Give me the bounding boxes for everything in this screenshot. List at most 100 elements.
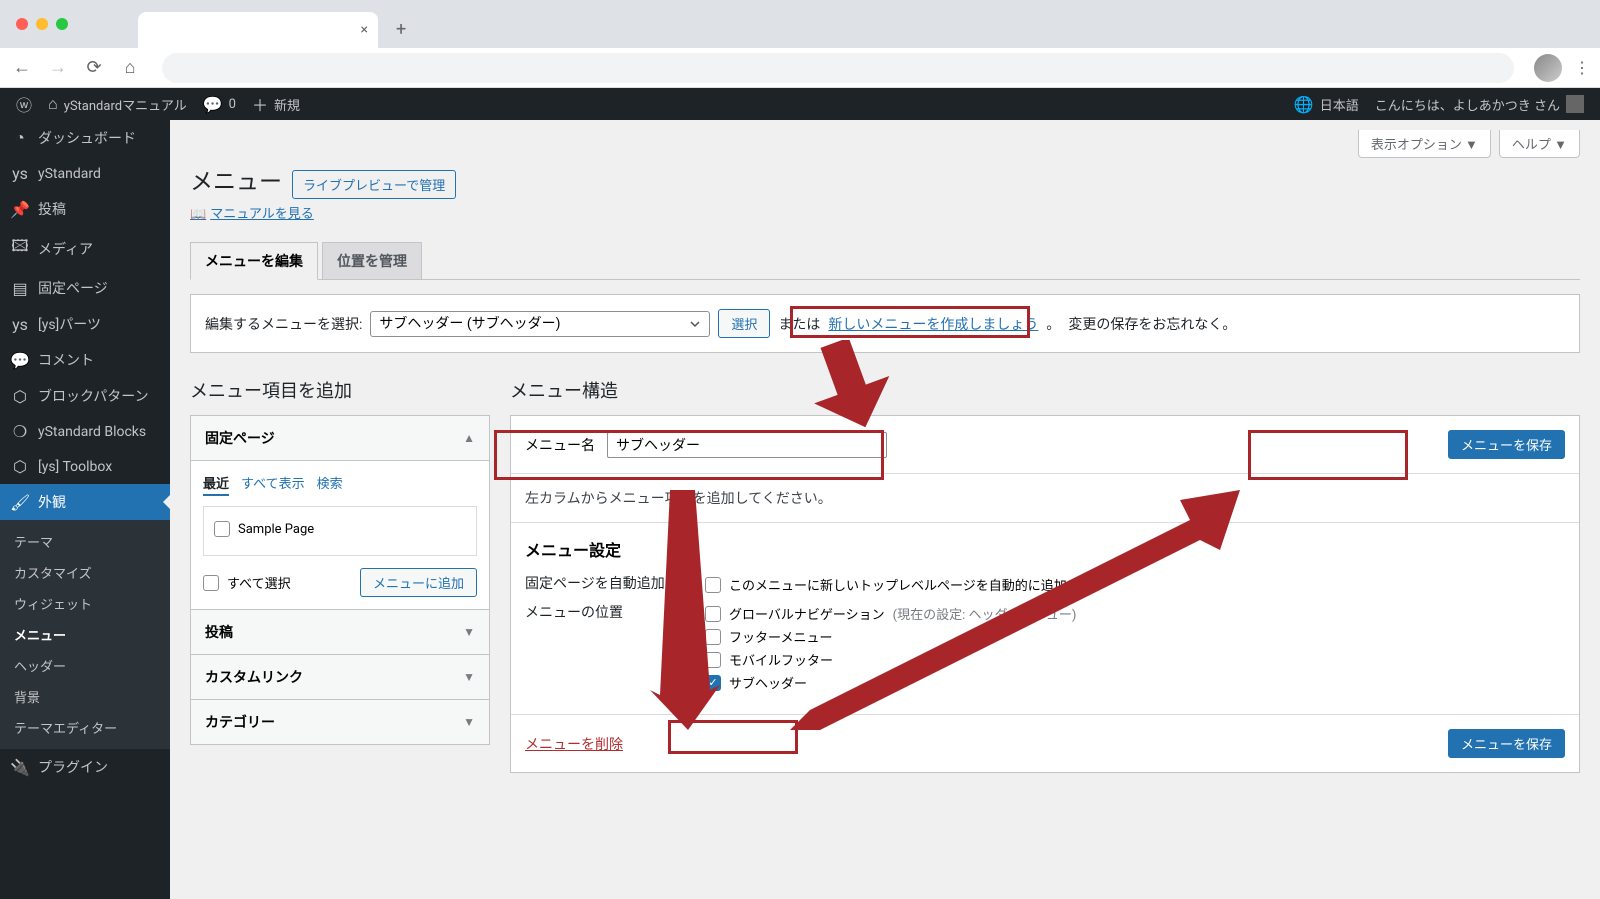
acc-pages-head[interactable]: 固定ページ▲ xyxy=(191,416,489,460)
reload-button[interactable]: ⟳ xyxy=(82,57,106,78)
comments-link[interactable]: 💬0 xyxy=(195,95,244,114)
book-icon: 📖 xyxy=(190,207,206,222)
tab-manage-locations[interactable]: 位置を管理 xyxy=(322,242,422,279)
manual-link[interactable]: 📖 マニュアルを見る xyxy=(190,203,1580,222)
checkbox[interactable] xyxy=(705,652,721,668)
sidebar-item-ys-blocks[interactable]: ❍yStandard Blocks xyxy=(0,414,170,449)
submenu-customize[interactable]: カスタマイズ xyxy=(0,557,170,588)
location-sub-header[interactable]: ✓ サブヘッダー xyxy=(705,671,1565,694)
sidebar-item-comments[interactable]: 💬コメント xyxy=(0,342,170,378)
screen-meta: 表示オプション ▼ ヘルプ ▼ xyxy=(190,130,1580,158)
auto-add-option[interactable]: このメニューに新しいトップレベルページを自動的に追加 xyxy=(705,573,1565,596)
sidebar-label: yStandard Blocks xyxy=(38,424,146,440)
acc-posts-head[interactable]: 投稿▼ xyxy=(191,609,489,654)
sidebar-item-ys-parts[interactable]: ys[ys]パーツ xyxy=(0,306,170,342)
page-item-sample[interactable]: Sample Page xyxy=(214,517,466,541)
ys-parts-icon: ys xyxy=(10,315,30,334)
menu-name-input[interactable] xyxy=(607,432,887,458)
sidebar-item-posts[interactable]: 📌投稿 xyxy=(0,191,170,227)
sidebar-item-block-patterns[interactable]: ⬡ブロックパターン xyxy=(0,378,170,414)
select-button[interactable]: 選択 xyxy=(718,309,770,338)
checkbox[interactable] xyxy=(214,521,230,537)
browser-menu-icon[interactable]: ⋮ xyxy=(1574,58,1590,77)
wordpress-icon: ⓦ xyxy=(16,92,32,116)
submenu-themes[interactable]: テーマ xyxy=(0,526,170,557)
select-all-row[interactable]: すべて選択 xyxy=(203,569,291,596)
checkbox[interactable] xyxy=(203,575,219,591)
minimize-window-icon[interactable] xyxy=(36,18,48,30)
checkbox[interactable] xyxy=(705,606,721,622)
sidebar-label: [ys] Toolbox xyxy=(38,459,112,475)
maximize-window-icon[interactable] xyxy=(56,18,68,30)
user-greeting[interactable]: こんにちは、よしあかつき さん xyxy=(1367,95,1592,114)
manual-link-label: マニュアルを見る xyxy=(210,207,314,222)
new-tab-button[interactable]: + xyxy=(396,19,406,40)
save-menu-button-bottom[interactable]: メニューを保存 xyxy=(1448,729,1565,758)
wp-logo[interactable]: ⓦ xyxy=(8,92,40,116)
sidebar-label: 固定ページ xyxy=(38,278,108,298)
acc-label: カスタムリンク xyxy=(205,667,303,687)
tab-recent[interactable]: 最近 xyxy=(203,473,229,496)
save-menu-button[interactable]: メニューを保存 xyxy=(1448,430,1565,459)
submenu-header[interactable]: ヘッダー xyxy=(0,650,170,681)
sidebar-label: yStandard xyxy=(38,166,101,182)
sidebar-item-plugins[interactable]: 🔌プラグイン xyxy=(0,749,170,785)
browser-tab[interactable]: × xyxy=(138,12,378,48)
sidebar-label: 外観 xyxy=(38,492,66,512)
location-global[interactable]: グローバルナビゲーション (現在の設定: ヘッダーメニュー) xyxy=(705,602,1565,625)
checkbox-checked[interactable]: ✓ xyxy=(705,675,721,691)
home-button[interactable]: ⌂ xyxy=(118,57,142,78)
url-bar[interactable] xyxy=(162,53,1514,83)
sidebar-item-ys-toolbox[interactable]: ⬡[ys] Toolbox xyxy=(0,449,170,484)
forward-button: → xyxy=(46,57,70,78)
close-window-icon[interactable] xyxy=(16,18,28,30)
checkbox[interactable] xyxy=(705,577,721,593)
acc-custom-links-head[interactable]: カスタムリンク▼ xyxy=(191,654,489,699)
empty-message: 左カラムからメニュー項目を追加してください。 xyxy=(525,491,832,507)
sidebar-label: メディア xyxy=(38,239,93,259)
menu-structure-column: メニュー構造 メニュー名 メニューを保存 左カラムからメニュー項目を追加してくだ… xyxy=(510,377,1580,773)
delete-menu-link[interactable]: メニューを削除 xyxy=(525,734,623,754)
tab-search[interactable]: 検索 xyxy=(317,473,343,496)
option-hint: (現在の設定: ヘッダーメニュー) xyxy=(893,604,1077,623)
live-preview-button[interactable]: ライブプレビューで管理 xyxy=(292,170,456,199)
main-content: 表示オプション ▼ ヘルプ ▼ メニュー ライブプレビューで管理 📖マニュアルを… xyxy=(170,120,1600,899)
sidebar-label: ブロックパターン xyxy=(38,386,149,406)
browser-toolbar: ← → ⟳ ⌂ ⋮ xyxy=(0,48,1600,88)
menu-select[interactable]: サブヘッダー (サブヘッダー) xyxy=(370,311,710,337)
sidebar-item-appearance[interactable]: 🖌外観 xyxy=(0,484,170,520)
comment-icon: 💬 xyxy=(10,351,30,370)
back-button[interactable]: ← xyxy=(10,57,34,78)
tab-all[interactable]: すべて表示 xyxy=(241,473,305,496)
add-to-menu-button[interactable]: メニューに追加 xyxy=(360,568,477,597)
new-content-link[interactable]: ＋新規 xyxy=(244,92,308,116)
option-label: サブヘッダー xyxy=(729,673,807,692)
location-label: メニューの位置 xyxy=(525,602,665,694)
close-tab-icon[interactable]: × xyxy=(361,22,368,38)
create-menu-link[interactable]: 新しいメニューを作成しましょう xyxy=(828,314,1038,334)
plus-icon: ＋ xyxy=(252,92,268,116)
acc-label: 投稿 xyxy=(205,622,233,642)
location-footer[interactable]: フッターメニュー xyxy=(705,625,1565,648)
profile-avatar[interactable] xyxy=(1534,54,1562,82)
tab-edit-menu[interactable]: メニューを編集 xyxy=(190,242,318,280)
help-button[interactable]: ヘルプ ▼ xyxy=(1499,130,1580,158)
submenu-widgets[interactable]: ウィジェット xyxy=(0,588,170,619)
sidebar-item-ystandard[interactable]: ysyStandard xyxy=(0,156,170,191)
sidebar-item-media[interactable]: 🖾メディア xyxy=(0,227,170,270)
submenu-theme-editor[interactable]: テーマエディター xyxy=(0,712,170,743)
location-mobile[interactable]: モバイルフッター xyxy=(705,648,1565,671)
submenu-menus[interactable]: メニュー xyxy=(0,619,170,650)
sidebar-item-dashboard[interactable]: ◔ダッシュボード xyxy=(0,120,170,156)
wp-adminbar: ⓦ ⌂yStandardマニュアル 💬0 ＋新規 🌐日本語 こんにちは、よしあか… xyxy=(0,88,1600,120)
dashboard-icon: ◔ xyxy=(10,128,30,148)
submenu-background[interactable]: 背景 xyxy=(0,681,170,712)
checkbox[interactable] xyxy=(705,629,721,645)
acc-categories-head[interactable]: カテゴリー▼ xyxy=(191,699,489,744)
acc-pages-body: 最近 すべて表示 検索 Sample Page すべて選択 メニューに追加 xyxy=(191,460,489,609)
page-label: Sample Page xyxy=(238,522,314,537)
language-switch[interactable]: 🌐日本語 xyxy=(1286,95,1367,114)
site-name-link[interactable]: ⌂yStandardマニュアル xyxy=(40,94,195,114)
sidebar-item-pages[interactable]: ▤固定ページ xyxy=(0,270,170,306)
screen-options-button[interactable]: 表示オプション ▼ xyxy=(1358,130,1491,158)
